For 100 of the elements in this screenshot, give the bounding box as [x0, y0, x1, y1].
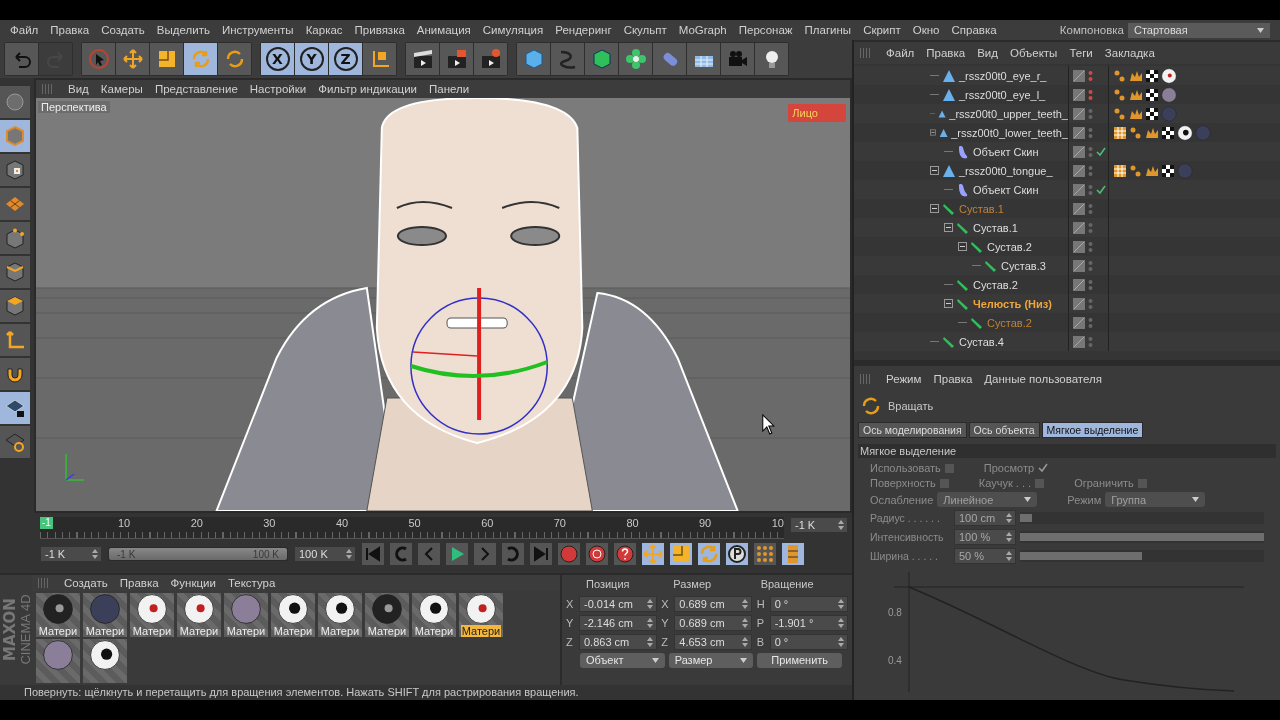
mode-button[interactable] [0, 256, 30, 289]
collapse-icon[interactable] [944, 299, 953, 308]
slider-track[interactable] [1020, 512, 1264, 524]
spinner-arrows-icon[interactable] [838, 520, 844, 531]
menu-item[interactable]: Выделить [150, 24, 216, 36]
menu-item[interactable]: Закладка [1098, 47, 1161, 59]
menu-item[interactable]: Вид [971, 47, 1004, 59]
timeline-ruler[interactable]: -1 10 20 30 40 50 60 70 80 90 10 [40, 517, 784, 540]
object-name[interactable]: _rssz00t0_eye_l_ [959, 88, 1046, 101]
dots-icon[interactable] [1129, 125, 1143, 140]
menu-item[interactable]: Создать [58, 576, 114, 589]
playback-button[interactable] [642, 543, 664, 566]
object-name[interactable]: Сустав.2 [987, 240, 1032, 253]
mode-button[interactable] [0, 358, 30, 391]
menu-item[interactable]: Симуляция [476, 24, 550, 36]
layer-toggle-icon[interactable] [1073, 164, 1085, 177]
layer-toggle-icon[interactable] [1073, 259, 1085, 272]
menu-item[interactable]: MoGraph [672, 24, 733, 36]
axis-toggle[interactable]: Z [329, 43, 362, 76]
spinner-arrows-icon[interactable] [1006, 551, 1012, 561]
layer-toggle-icon[interactable] [1073, 88, 1085, 101]
value-field[interactable]: -1.901 ° [769, 614, 848, 631]
menu-item[interactable]: Фильтр индикации [312, 83, 424, 96]
menu-item[interactable]: Правка [113, 576, 165, 589]
material-item[interactable]: Матери [412, 592, 456, 637]
playback-button[interactable] [782, 543, 804, 566]
playback-button[interactable] [670, 543, 692, 566]
layout-dropdown[interactable]: Стартовая [1128, 22, 1270, 38]
layer-toggle-icon[interactable] [1073, 183, 1085, 196]
end-field[interactable]: 100 K [294, 546, 356, 563]
material-item[interactable]: Матери [177, 592, 221, 637]
spinner-arrows-icon[interactable] [647, 598, 653, 609]
material-item[interactable]: Матери [130, 592, 174, 637]
mode-dropdown[interactable]: Размер [668, 652, 754, 668]
dots-icon[interactable] [1113, 68, 1127, 83]
collapse-icon[interactable] [958, 242, 967, 251]
value-field[interactable]: 0.689 cm [674, 595, 753, 612]
object-name[interactable]: _rssz00t0_tongue_ [959, 164, 1053, 177]
checker-icon[interactable] [1145, 87, 1159, 102]
object-name[interactable]: _rssz00t0_upper_teeth_ [949, 107, 1068, 120]
object-name[interactable]: _rssz00t0_eye_r_ [959, 69, 1047, 82]
visibility-dots-icon[interactable] [1088, 297, 1093, 310]
layer-toggle-icon[interactable] [1073, 335, 1085, 348]
visibility-dots-icon[interactable] [1088, 259, 1093, 272]
layer-toggle-icon[interactable] [1073, 278, 1085, 291]
menu-item[interactable]: Инструменты [215, 24, 300, 36]
collapse-icon[interactable] [944, 223, 953, 232]
object-name[interactable]: _rssz00t0_lower_teeth_ [951, 126, 1068, 139]
mode-dropdown[interactable]: Объект [580, 652, 665, 668]
playback-button[interactable] [726, 543, 748, 566]
spinner-arrows-icon[interactable] [92, 549, 98, 560]
mode-button[interactable] [0, 222, 30, 255]
visibility-dots-icon[interactable] [1088, 221, 1093, 234]
object-name[interactable]: Сустав.1 [973, 221, 1018, 234]
toolbar-button[interactable] [363, 43, 396, 76]
menu-item[interactable]: Создать [95, 24, 151, 36]
playback-button[interactable] [586, 543, 608, 566]
layer-toggle-icon[interactable] [1073, 297, 1085, 310]
check-icon[interactable] [1096, 184, 1106, 195]
spinner-arrows-icon[interactable] [837, 636, 844, 647]
spinner-arrows-icon[interactable] [647, 617, 653, 628]
visibility-dots-icon[interactable] [1088, 164, 1093, 177]
toolbar-button[interactable] [517, 43, 550, 76]
slider-track[interactable] [1020, 550, 1264, 562]
object-name[interactable]: Сустав.3 [1001, 259, 1046, 272]
apply-button[interactable]: Применить [757, 652, 842, 668]
dots-icon[interactable] [1129, 163, 1143, 178]
toolbar-button[interactable] [184, 43, 217, 76]
spinner-arrows-icon[interactable] [742, 617, 749, 628]
material-item[interactable]: Матери [271, 592, 315, 637]
dots-icon[interactable] [1113, 106, 1127, 121]
dots-icon[interactable] [1113, 87, 1127, 102]
check-icon[interactable] [1096, 146, 1106, 157]
collapse-icon[interactable] [930, 128, 936, 137]
toolbar-button[interactable] [116, 43, 149, 76]
toolbar-button[interactable] [150, 43, 183, 76]
layer-toggle-icon[interactable] [1073, 107, 1085, 120]
menu-item[interactable]: Анимация [410, 24, 477, 36]
menu-item[interactable]: Персонаж [732, 24, 799, 36]
value-field[interactable]: 0.863 cm [579, 633, 657, 650]
layer-toggle-icon[interactable] [1073, 221, 1085, 234]
object-name[interactable]: Объект Скин [973, 183, 1039, 196]
checker-icon[interactable] [1145, 68, 1159, 83]
toolbar-button[interactable] [218, 43, 251, 76]
visibility-dots-icon[interactable] [1088, 202, 1093, 215]
visibility-dots-icon[interactable] [1088, 88, 1093, 101]
mode-button[interactable] [0, 120, 30, 153]
spinner-arrows-icon[interactable] [1006, 513, 1012, 523]
spinner-arrows-icon[interactable] [742, 636, 749, 647]
mode-button[interactable] [0, 324, 30, 357]
menu-item[interactable]: Каркас [299, 24, 349, 36]
collapse-icon[interactable] [930, 204, 939, 213]
visibility-dots-icon[interactable] [1088, 316, 1093, 329]
playback-button[interactable] [698, 543, 720, 566]
menu-item[interactable]: Вид [62, 83, 95, 96]
visibility-dots-icon[interactable] [1088, 278, 1093, 291]
playback-button[interactable] [446, 543, 468, 566]
object-name[interactable]: Сустав.2 [987, 316, 1032, 329]
material-item[interactable]: Матери [83, 592, 127, 637]
material-item[interactable]: Матери [459, 592, 503, 637]
